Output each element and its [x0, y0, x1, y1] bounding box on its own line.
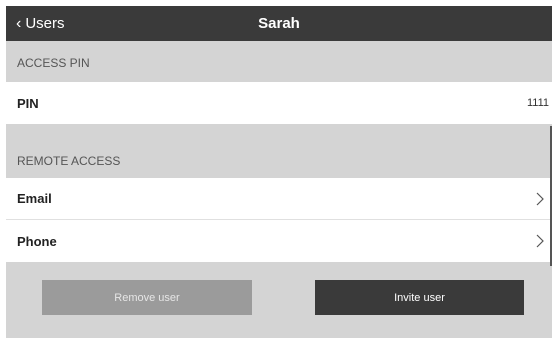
list-item-label: Phone	[17, 233, 57, 249]
section-header-remote-access: REMOTE ACCESS	[6, 144, 552, 178]
page-title: Sarah	[258, 15, 300, 32]
pin-label: PIN	[17, 95, 39, 111]
remove-user-button[interactable]: Remove user	[42, 280, 252, 315]
pin-row[interactable]: PIN 1111	[6, 82, 552, 124]
actions-footer: Remove user Invite user	[6, 262, 552, 338]
remote-access-item-phone[interactable]: Phone	[6, 220, 552, 262]
section-header-label: ACCESS PIN	[17, 56, 90, 70]
list-item-label: Email	[17, 191, 52, 206]
section-header-label: REMOTE ACCESS	[17, 154, 121, 168]
navigation-bar: ‹ Users Sarah	[6, 6, 552, 41]
remote-access-item-email[interactable]: Email	[6, 178, 552, 220]
chevron-right-icon	[536, 192, 544, 205]
scrollbar[interactable]	[550, 126, 552, 266]
invite-user-button[interactable]: Invite user	[315, 280, 524, 315]
section-spacer	[6, 124, 552, 144]
section-header-access-pin: ACCESS PIN	[6, 41, 552, 82]
pin-value: 1111	[526, 97, 549, 109]
chevron-right-icon	[536, 234, 544, 248]
user-detail-screen: ‹ Users Sarah ACCESS PIN PIN 1111 REMOTE…	[6, 6, 552, 338]
